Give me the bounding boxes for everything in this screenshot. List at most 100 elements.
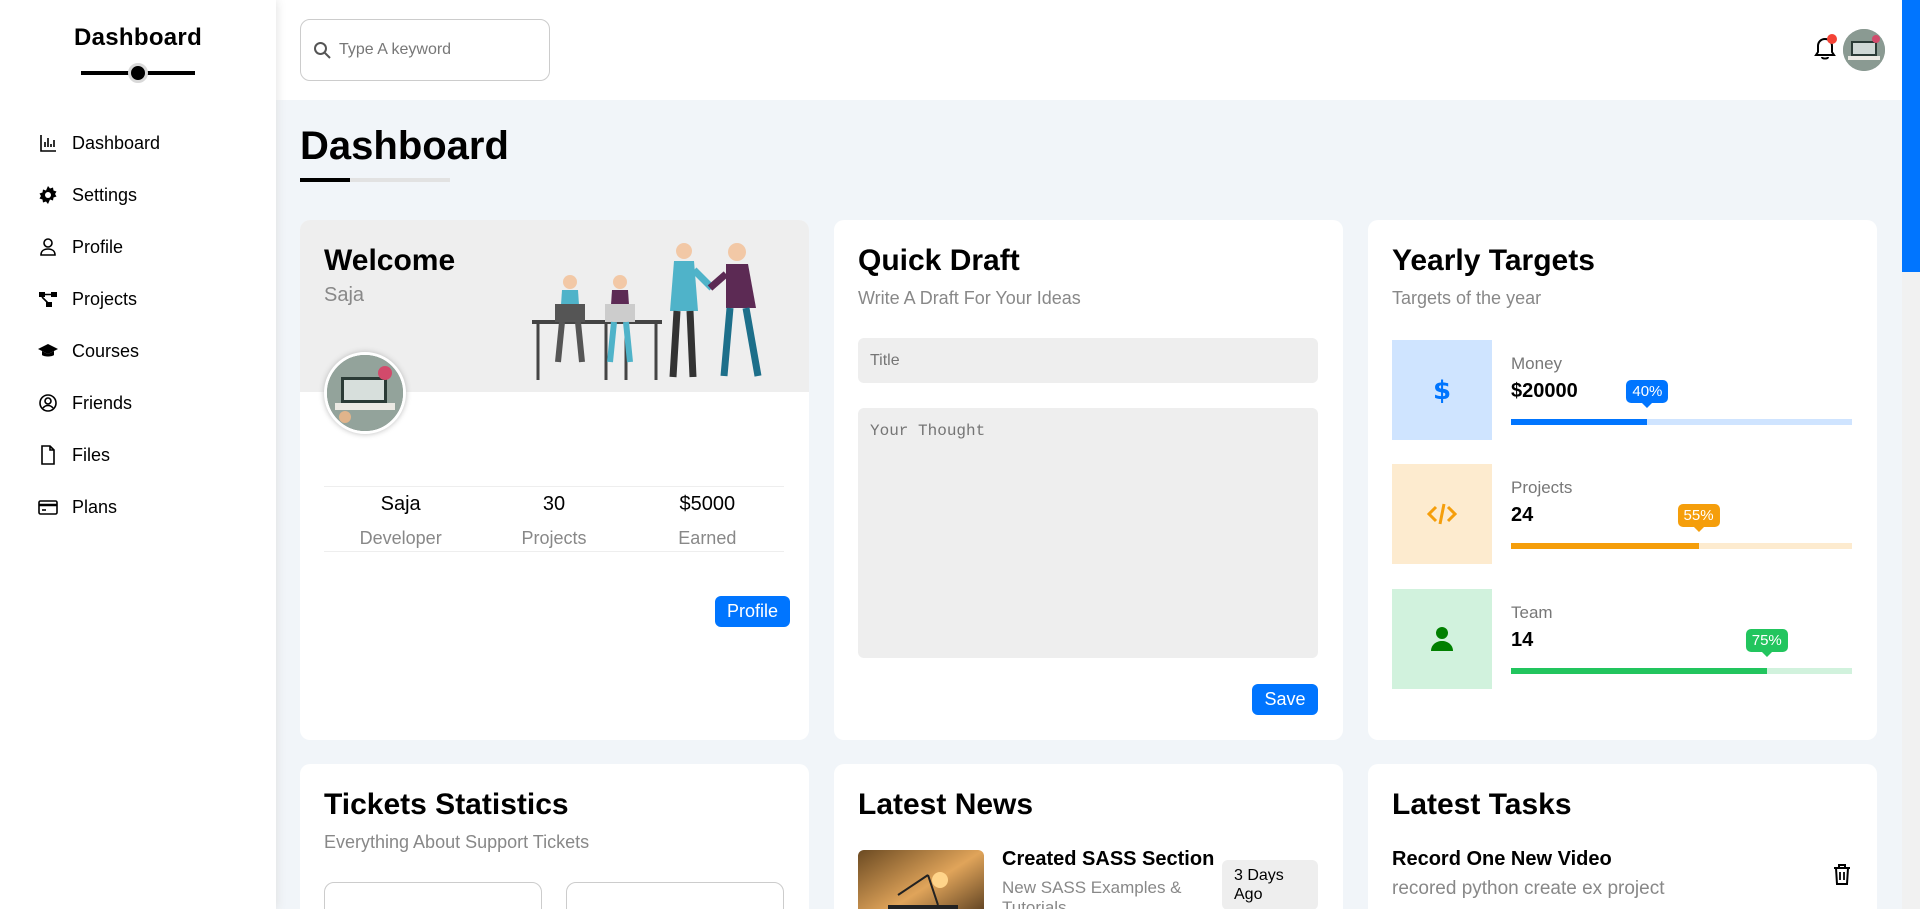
- dollar-icon: $: [1433, 376, 1451, 405]
- sidebar-item-label: Courses: [72, 340, 140, 361]
- target-value: 24: [1511, 504, 1534, 526]
- target-value: $20000: [1511, 380, 1578, 402]
- stat-item: 30 Projects: [477, 487, 630, 551]
- svg-text:$: $: [1433, 376, 1451, 405]
- news-item-date: 3 Days Ago: [1222, 860, 1318, 909]
- targets-subtitle: Targets of the year: [1392, 288, 1542, 308]
- welcome-card: Welcome Saja Saja Developer 30 Projects …: [300, 220, 809, 740]
- target-row-money: $ Money $20000 40%: [1392, 340, 1852, 440]
- sidebar-item-courses[interactable]: Courses: [0, 325, 276, 377]
- ticket-stat-box: [324, 882, 542, 909]
- avatar[interactable]: [1843, 29, 1885, 71]
- sidebar-item-label: Settings: [72, 184, 138, 205]
- target-row-projects: Projects 24 55%: [1392, 464, 1852, 564]
- sidebar-item-profile[interactable]: Profile: [0, 221, 276, 273]
- credit-card-icon: [38, 497, 58, 517]
- sidebar-item-label: Friends: [72, 392, 133, 413]
- scrollbar-thumb[interactable]: [1902, 0, 1920, 272]
- tickets-subtitle: Everything About Support Tickets: [324, 832, 590, 852]
- target-value: 14: [1511, 629, 1534, 651]
- diagram-icon: [38, 289, 58, 309]
- profile-avatar: [324, 352, 406, 434]
- profile-button[interactable]: Profile: [715, 596, 790, 627]
- targets-title: Yearly Targets: [1392, 244, 1595, 277]
- chart-icon: [38, 133, 58, 153]
- sidebar-item-label: Dashboard: [72, 132, 161, 153]
- sidebar-item-projects[interactable]: Projects: [0, 273, 276, 325]
- sidebar-item-label: Profile: [72, 236, 124, 257]
- draft-title-input[interactable]: [858, 338, 1318, 383]
- target-label: Team: [1511, 603, 1553, 622]
- news-item-title[interactable]: Created SASS Section: [1002, 848, 1214, 871]
- yearly-targets-card: Yearly Targets Targets of the year $ Mon…: [1368, 220, 1877, 740]
- draft-subtitle: Write A Draft For Your Ideas: [858, 288, 1081, 308]
- gear-icon: [38, 185, 58, 205]
- sidebar-item-friends[interactable]: Friends: [0, 377, 276, 429]
- welcome-stats: Saja Developer 30 Projects $5000 Earned: [324, 486, 784, 552]
- brand-underline: [81, 63, 195, 83]
- stat-label: Developer: [359, 528, 442, 548]
- target-icon-box: $: [1392, 340, 1492, 440]
- tasks-title: Latest Tasks: [1392, 788, 1572, 821]
- sidebar-item-plans[interactable]: Plans: [0, 481, 276, 533]
- target-progress-fill: [1511, 543, 1699, 549]
- news-thumbnail: [858, 850, 984, 909]
- target-percent-badge: 40%: [1626, 380, 1669, 408]
- stat-value: 30: [542, 493, 566, 515]
- trash-icon[interactable]: [1831, 862, 1853, 886]
- target-percent-badge: 75%: [1745, 629, 1788, 657]
- draft-title: Quick Draft: [858, 244, 1020, 277]
- task-item-title: Record One New Video: [1392, 848, 1612, 870]
- team-illustration: [532, 243, 762, 380]
- news-title: Latest News: [858, 788, 1034, 821]
- sidebar: Dashboard Dashboard Settings Profile Pro…: [0, 0, 276, 909]
- top-header: [276, 0, 1920, 100]
- target-percent-badge: 55%: [1677, 504, 1720, 532]
- sidebar-item-files[interactable]: Files: [0, 429, 276, 481]
- notification-dot: [1827, 34, 1837, 44]
- target-icon-box: [1392, 464, 1492, 564]
- quick-draft-card: Quick Draft Write A Draft For Your Ideas…: [834, 220, 1343, 740]
- brand-title: Dashboard: [73, 24, 203, 51]
- sidebar-item-label: Plans: [72, 496, 118, 517]
- sidebar-item-label: Projects: [72, 288, 138, 309]
- target-progress-track: 40%: [1511, 380, 1852, 425]
- target-row-team: Team 14 75%: [1392, 589, 1852, 689]
- sidebar-item-label: Files: [72, 444, 111, 465]
- target-label: Projects: [1511, 478, 1573, 497]
- file-icon: [38, 445, 58, 465]
- search-icon: [314, 42, 331, 59]
- stat-item: Saja Developer: [324, 487, 477, 551]
- user-icon: [38, 237, 58, 257]
- graduation-cap-icon: [38, 341, 58, 361]
- stat-value: Saja: [380, 493, 421, 515]
- target-icon-box: [1392, 589, 1492, 689]
- latest-tasks-card: Latest Tasks Record One New Video recore…: [1368, 764, 1877, 909]
- save-button[interactable]: Save: [1252, 684, 1318, 715]
- tickets-title: Tickets Statistics: [324, 788, 569, 821]
- user-icon: [1431, 627, 1453, 651]
- user-circle-icon: [38, 393, 58, 413]
- stat-item: $5000 Earned: [631, 487, 784, 551]
- task-item-desc: recored python create ex project: [1392, 878, 1665, 899]
- stat-value: $5000: [679, 493, 736, 515]
- sidebar-item-dashboard[interactable]: Dashboard: [0, 117, 276, 169]
- code-icon: [1427, 503, 1457, 525]
- search-input[interactable]: [339, 41, 529, 59]
- target-progress-fill: [1511, 668, 1767, 674]
- draft-thought-textarea[interactable]: [858, 408, 1318, 658]
- stat-label: Projects: [521, 528, 587, 548]
- latest-news-card: Latest News Created SASS Section New SAS…: [834, 764, 1343, 909]
- ticket-stat-box: [566, 882, 784, 909]
- target-progress-track: 75%: [1511, 629, 1852, 674]
- tickets-card: Tickets Statistics Everything About Supp…: [300, 764, 809, 909]
- page-title: Dashboard: [300, 124, 509, 168]
- search-box: [300, 19, 550, 81]
- sidebar-item-settings[interactable]: Settings: [0, 169, 276, 221]
- target-progress-fill: [1511, 419, 1648, 425]
- stat-label: Earned: [678, 528, 737, 548]
- news-item-desc: New SASS Examples & Tutorials: [1002, 878, 1182, 909]
- target-progress-track: 55%: [1511, 504, 1852, 549]
- sidebar-nav: Dashboard Settings Profile Projects Cour…: [0, 117, 276, 533]
- title-underline-accent: [300, 178, 350, 182]
